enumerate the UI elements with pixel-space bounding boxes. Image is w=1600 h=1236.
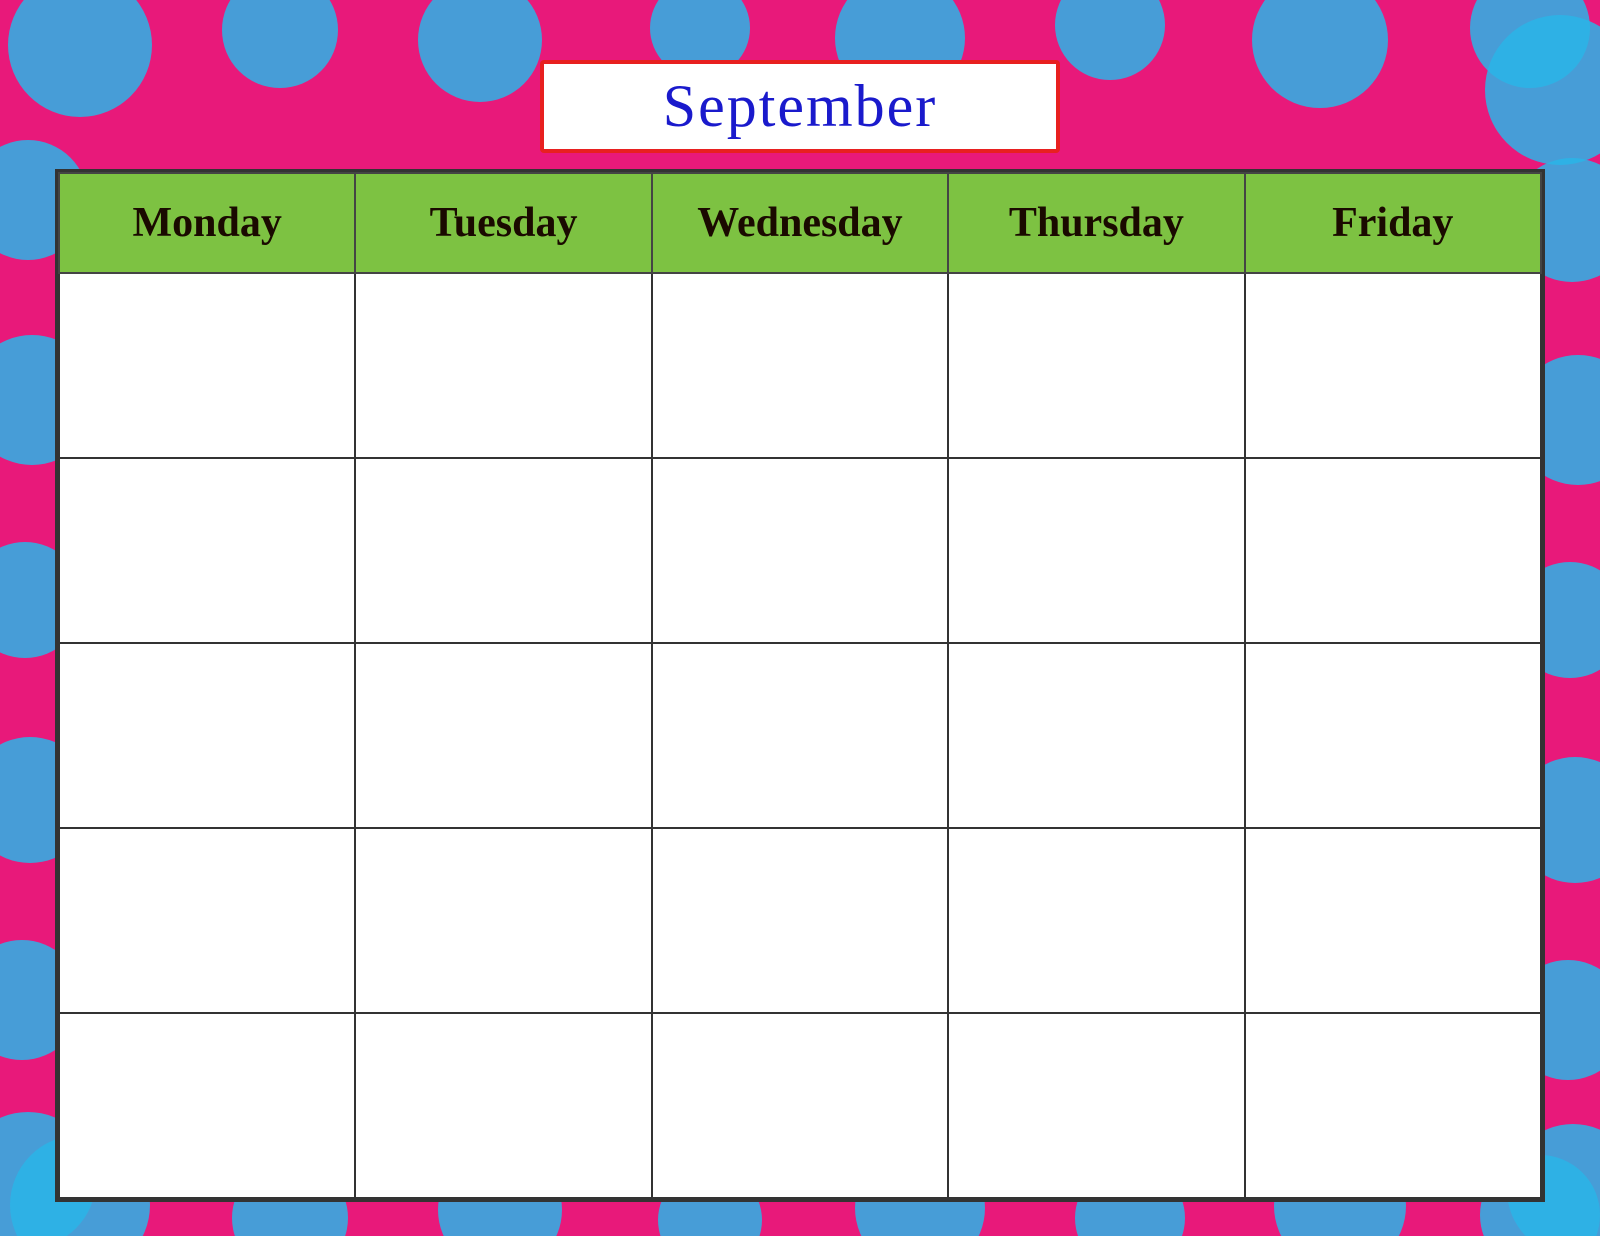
cell-row2-thu[interactable] bbox=[948, 458, 1244, 643]
cell-row5-thu[interactable] bbox=[948, 1013, 1244, 1198]
cell-row5-mon[interactable] bbox=[59, 1013, 355, 1198]
calendar-row-1 bbox=[59, 273, 1541, 458]
calendar-table-wrapper: Monday Tuesday Wednesday Thursday Friday bbox=[55, 169, 1545, 1202]
cell-row5-fri[interactable] bbox=[1245, 1013, 1541, 1198]
days-header-row: Monday Tuesday Wednesday Thursday Friday bbox=[59, 173, 1541, 273]
month-title-container: September bbox=[540, 60, 1060, 153]
calendar-wrapper: September Monday Tuesday Wednesday Thurs… bbox=[55, 60, 1545, 1176]
cell-row2-fri[interactable] bbox=[1245, 458, 1541, 643]
cell-row5-wed[interactable] bbox=[652, 1013, 948, 1198]
header-tuesday: Tuesday bbox=[355, 173, 651, 273]
cell-row4-mon[interactable] bbox=[59, 828, 355, 1013]
cell-row3-fri[interactable] bbox=[1245, 643, 1541, 828]
cell-row1-fri[interactable] bbox=[1245, 273, 1541, 458]
cell-row1-thu[interactable] bbox=[948, 273, 1244, 458]
cell-row4-fri[interactable] bbox=[1245, 828, 1541, 1013]
cell-row1-mon[interactable] bbox=[59, 273, 355, 458]
cell-row1-wed[interactable] bbox=[652, 273, 948, 458]
cell-row3-tue[interactable] bbox=[355, 643, 651, 828]
cell-row1-tue[interactable] bbox=[355, 273, 651, 458]
cell-row2-tue[interactable] bbox=[355, 458, 651, 643]
calendar-row-2 bbox=[59, 458, 1541, 643]
header-thursday: Thursday bbox=[948, 173, 1244, 273]
cell-row2-wed[interactable] bbox=[652, 458, 948, 643]
cell-row5-tue[interactable] bbox=[355, 1013, 651, 1198]
cell-row2-mon[interactable] bbox=[59, 458, 355, 643]
month-title: September bbox=[663, 73, 938, 139]
cell-row4-wed[interactable] bbox=[652, 828, 948, 1013]
calendar-table: Monday Tuesday Wednesday Thursday Friday bbox=[58, 172, 1542, 1199]
calendar-row-3 bbox=[59, 643, 1541, 828]
header-friday: Friday bbox=[1245, 173, 1541, 273]
header-wednesday: Wednesday bbox=[652, 173, 948, 273]
cell-row3-wed[interactable] bbox=[652, 643, 948, 828]
header-monday: Monday bbox=[59, 173, 355, 273]
cell-row3-thu[interactable] bbox=[948, 643, 1244, 828]
calendar-row-4 bbox=[59, 828, 1541, 1013]
cell-row3-mon[interactable] bbox=[59, 643, 355, 828]
cell-row4-thu[interactable] bbox=[948, 828, 1244, 1013]
calendar-row-5 bbox=[59, 1013, 1541, 1198]
cell-row4-tue[interactable] bbox=[355, 828, 651, 1013]
